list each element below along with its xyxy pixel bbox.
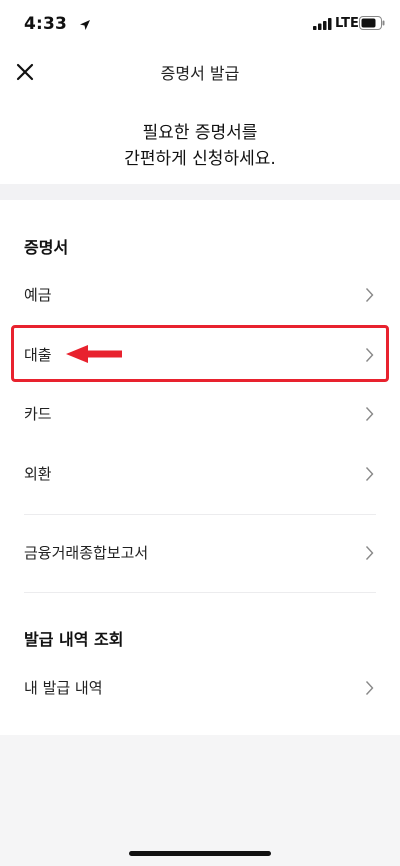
red-arrow-icon [66, 345, 122, 363]
list-item-label: 금융거래종합보고서 [24, 544, 149, 562]
list-item-foreign-exchange[interactable]: 외환 [0, 448, 400, 500]
list-item-my-history[interactable]: 내 발급 내역 [0, 662, 400, 714]
intro-line-2: 간편하게 신청하세요. [124, 149, 276, 169]
list-item-label: 외환 [24, 465, 52, 483]
list-item-label: 예금 [24, 286, 52, 304]
network-label: LTE [335, 16, 359, 31]
divider [24, 592, 376, 593]
chevron-right-icon [365, 546, 374, 560]
intro-line-1: 필요한 증명서를 [142, 123, 258, 143]
list-item-label: 카드 [24, 405, 52, 423]
home-indicator [129, 851, 271, 856]
divider [24, 514, 376, 515]
list-item-deposit[interactable]: 예금 [0, 269, 400, 321]
list-item-financial-report[interactable]: 금융거래종합보고서 [0, 527, 400, 579]
section-heading-certificates: 증명서 [24, 238, 69, 257]
page-title: 증명서 발급 [160, 64, 240, 83]
signal-icon [313, 18, 332, 30]
status-bar: 4:33 LTE [0, 0, 400, 50]
location-arrow-icon [80, 20, 90, 30]
list-item-label: 내 발급 내역 [24, 679, 103, 697]
list-item-card[interactable]: 카드 [0, 388, 400, 440]
intro-section: 필요한 증명서를 간편하게 신청하세요. [0, 94, 400, 184]
section-heading-history: 발급 내역 조회 [24, 630, 124, 649]
certificate-list: 증명서 예금 대출 카드 외환 금융거래종합보고서 발급 내역 조회 내 발급 … [0, 200, 400, 735]
chevron-right-icon [365, 467, 374, 481]
chevron-right-icon [365, 288, 374, 302]
chevron-right-icon [365, 407, 374, 421]
section-gap [0, 184, 400, 200]
status-time: 4:33 [24, 14, 68, 34]
battery-icon [359, 16, 385, 30]
chevron-right-icon [365, 681, 374, 695]
nav-header: 증명서 발급 [0, 50, 400, 94]
